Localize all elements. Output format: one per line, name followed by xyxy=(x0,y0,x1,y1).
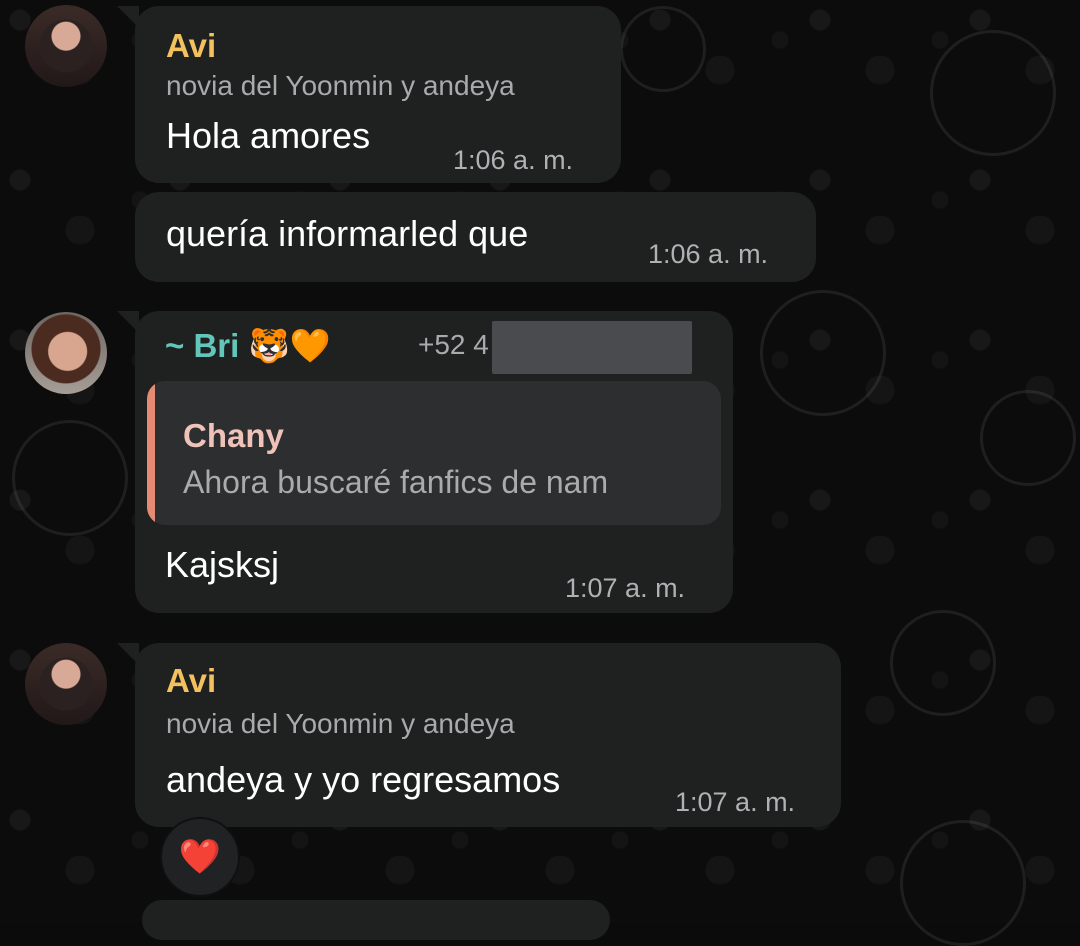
wallpaper-doodle xyxy=(12,420,128,536)
sender-subtitle: novia del Yoonmin y andeya xyxy=(166,708,515,739)
reply-accent-bar xyxy=(147,381,155,525)
message-tail xyxy=(117,311,139,333)
message-tail xyxy=(117,643,139,665)
phone-number[interactable]: +52 4 xyxy=(418,331,489,359)
message-bubble[interactable]: Avi novia del Yoonmin y andeya Hola amor… xyxy=(117,6,621,183)
redaction-block xyxy=(492,321,692,374)
wallpaper-doodle xyxy=(760,290,886,416)
message-time: 1:07 a. m. xyxy=(565,573,686,603)
message-time: 1:06 a. m. xyxy=(453,145,574,175)
message-time: 1:06 a. m. xyxy=(648,239,769,269)
sender-avatar[interactable] xyxy=(25,312,107,394)
sender-name[interactable]: ~ Bri 🐯🧡 xyxy=(165,329,331,362)
wallpaper-doodle xyxy=(890,610,996,716)
wallpaper-doodle xyxy=(930,30,1056,156)
wallpaper-doodle xyxy=(620,6,706,92)
sender-subtitle: novia del Yoonmin y andeya xyxy=(166,70,515,101)
wallpaper-doodle xyxy=(900,820,1026,946)
message-text: quería informarled que xyxy=(166,213,529,254)
message-bubble[interactable]: Avi novia del Yoonmin y andeya andeya y … xyxy=(117,643,841,827)
message-text: Kajsksj xyxy=(165,544,280,585)
message-text: Hola amores xyxy=(166,115,371,156)
sender-name[interactable]: Avi xyxy=(166,664,216,697)
message-tail xyxy=(117,6,139,28)
reply-preview[interactable]: Chany Ahora buscaré fanfics de nam xyxy=(147,381,721,525)
message-bubble[interactable]: quería informarled que 1:06 a. m. xyxy=(135,192,816,282)
reaction-badge[interactable]: ❤️ xyxy=(160,817,240,897)
sender-avatar[interactable] xyxy=(25,5,107,87)
message-text: andeya y yo regresamos xyxy=(166,759,561,800)
reply-author: Chany xyxy=(183,417,284,454)
message-bubble[interactable]: ~ Bri 🐯🧡 +52 4 Chany Ahora buscaré fanfi… xyxy=(117,311,733,613)
message-time: 1:07 a. m. xyxy=(675,787,796,817)
message-bubble[interactable] xyxy=(142,900,610,940)
sender-avatar[interactable] xyxy=(25,643,107,725)
reply-text: Ahora buscaré fanfics de nam xyxy=(183,464,609,500)
sender-name[interactable]: Avi xyxy=(166,29,216,62)
wallpaper-doodle xyxy=(980,390,1076,486)
heart-icon: ❤️ xyxy=(178,838,222,876)
